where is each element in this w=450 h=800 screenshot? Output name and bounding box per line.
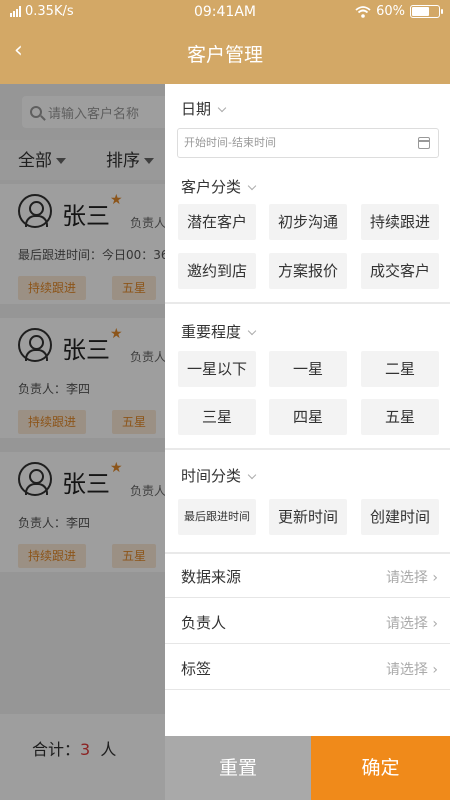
chevron-down-icon <box>247 470 257 480</box>
time-category-option[interactable]: 最后跟进时间 <box>178 499 256 535</box>
category-title-label: 客户分类 <box>181 178 242 196</box>
time-category-option[interactable]: 创建时间 <box>361 499 439 535</box>
row-value: 请选择 › <box>386 613 438 633</box>
time-category-option[interactable]: 更新时间 <box>269 499 347 535</box>
importance-option[interactable]: 二星 <box>361 351 439 387</box>
page-title: 客户管理 <box>186 44 263 66</box>
chevron-down-icon <box>247 326 257 336</box>
importance-option[interactable]: 三星 <box>178 399 256 435</box>
app-header: 0.35K/s 09:41AM 60% ‹ 客户管理 <box>0 0 450 84</box>
battery-icon <box>410 5 443 18</box>
status-right: 60% <box>355 4 443 19</box>
nav-bar: ‹ 客户管理 <box>0 26 450 84</box>
importance-title-label: 重要程度 <box>181 323 242 341</box>
calendar-icon <box>418 137 430 149</box>
date-placeholder: 开始时间-结束时间 <box>184 136 276 149</box>
reset-button[interactable]: 重置 <box>165 736 311 800</box>
row-label: 标签 <box>181 660 212 678</box>
category-option[interactable]: 初步沟通 <box>269 204 347 240</box>
importance-option[interactable]: 五星 <box>361 399 439 435</box>
row-value: 请选择 › <box>386 659 438 679</box>
confirm-button[interactable]: 确定 <box>311 736 450 800</box>
chevron-right-icon: › <box>432 662 438 678</box>
importance-option[interactable]: 一星 <box>269 351 347 387</box>
date-title-label: 日期 <box>181 100 212 118</box>
date-section-title[interactable]: 日期 <box>181 98 227 119</box>
importance-section-title[interactable]: 重要程度 <box>181 321 257 342</box>
chevron-down-icon <box>217 103 227 113</box>
divider <box>165 448 450 450</box>
row-value-text: 请选择 <box>385 570 428 586</box>
category-option[interactable]: 持续跟进 <box>361 204 439 240</box>
battery-percent: 60% <box>376 4 405 19</box>
row-label: 数据来源 <box>181 568 242 586</box>
importance-option[interactable]: 一星以下 <box>178 351 256 387</box>
chevron-down-icon <box>247 181 257 191</box>
chevron-right-icon: › <box>432 616 438 632</box>
row-value: 请选择 › <box>386 567 438 587</box>
chevron-right-icon: › <box>432 570 438 586</box>
row-value-text: 请选择 <box>385 662 428 678</box>
wifi-icon <box>355 5 371 18</box>
category-option[interactable]: 成交客户 <box>361 253 439 289</box>
filter-drawer: 日期 开始时间-结束时间 客户分类 潜在客户 初步沟通 持续跟进 邀约到店 方案… <box>165 84 450 800</box>
owner-row[interactable]: 负责人 请选择 › <box>165 600 450 644</box>
time-category-section-title[interactable]: 时间分类 <box>181 465 257 486</box>
category-section-title[interactable]: 客户分类 <box>181 176 257 197</box>
category-option[interactable]: 邀约到店 <box>178 253 256 289</box>
data-source-row[interactable]: 数据来源 请选择 › <box>165 554 450 598</box>
date-range-field[interactable]: 开始时间-结束时间 <box>177 128 439 158</box>
category-option[interactable]: 潜在客户 <box>178 204 256 240</box>
row-label: 负责人 <box>181 614 227 632</box>
category-option[interactable]: 方案报价 <box>269 253 347 289</box>
divider <box>165 302 450 304</box>
importance-option[interactable]: 四星 <box>269 399 347 435</box>
tag-row[interactable]: 标签 请选择 › <box>165 646 450 690</box>
status-bar: 0.35K/s 09:41AM 60% <box>0 0 450 26</box>
row-value-text: 请选择 <box>385 616 428 632</box>
time-category-title-label: 时间分类 <box>181 467 242 485</box>
